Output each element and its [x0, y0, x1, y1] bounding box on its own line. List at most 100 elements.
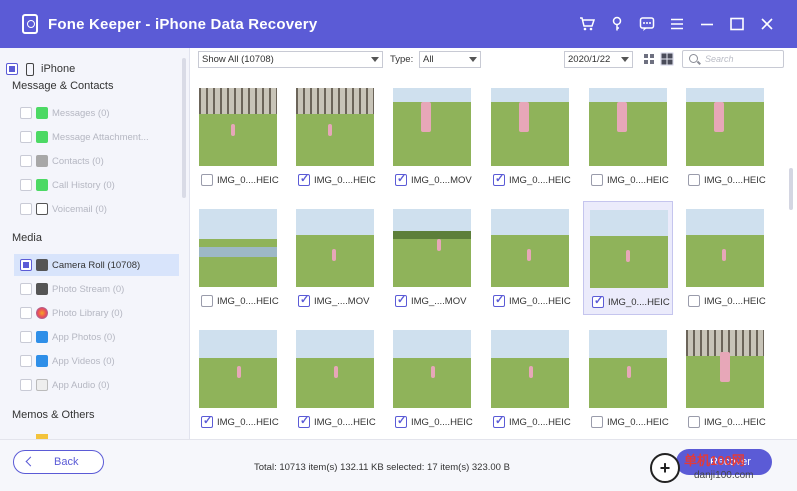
photo-tile[interactable]: IMG_0....HEIC	[485, 201, 575, 315]
photo-checkbox[interactable]	[298, 172, 310, 186]
list-view-icon[interactable]	[642, 52, 656, 66]
app-videos-icon	[36, 355, 48, 367]
photo-checkbox[interactable]	[688, 174, 700, 186]
sidebar-item-app-photos[interactable]: App Photos (0)	[20, 326, 189, 348]
device-checkbox[interactable]	[6, 63, 18, 75]
filter-dropdown[interactable]: Show All (10708)	[198, 51, 383, 68]
cart-icon[interactable]	[579, 16, 596, 32]
photo-checkbox[interactable]	[201, 174, 213, 186]
checkbox[interactable]	[20, 107, 32, 119]
sidebar-item-message-attachments[interactable]: Message Attachment...	[20, 126, 189, 148]
type-dropdown-value: All	[423, 54, 434, 65]
photo-checkbox[interactable]	[298, 293, 310, 307]
back-button[interactable]: Back	[13, 450, 104, 474]
photo-tile[interactable]: IMG_0....HEIC	[680, 80, 770, 194]
type-dropdown[interactable]: All	[419, 51, 481, 68]
photo-thumbnail[interactable]	[199, 330, 277, 408]
photo-thumbnail[interactable]	[491, 88, 569, 166]
menu-icon[interactable]	[669, 16, 685, 32]
photo-tile[interactable]: IMG_....MOV	[387, 201, 477, 315]
photo-checkbox[interactable]	[493, 414, 505, 428]
checkbox[interactable]	[20, 331, 32, 343]
photo-thumbnail[interactable]	[296, 330, 374, 408]
checkbox[interactable]	[20, 203, 32, 215]
sidebar-item-label: App Videos (0)	[52, 355, 115, 367]
photo-thumbnail[interactable]	[590, 210, 668, 288]
photo-thumbnail[interactable]	[589, 330, 667, 408]
checkbox[interactable]	[20, 131, 32, 143]
sidebar-item-camera-roll[interactable]: Camera Roll (10708)	[14, 254, 179, 276]
sidebar-scrollbar[interactable]	[182, 58, 186, 198]
checkbox[interactable]	[20, 355, 32, 367]
status-text: Total: 10713 item(s) 132.11 KB selected:…	[254, 462, 510, 473]
photo-checkbox[interactable]	[201, 295, 213, 307]
checkbox[interactable]	[20, 259, 32, 271]
photo-thumbnail[interactable]	[199, 88, 277, 166]
photo-tile[interactable]: IMG_0....HEIC	[387, 322, 477, 436]
photo-thumbnail[interactable]	[686, 330, 764, 408]
photo-thumbnail[interactable]	[589, 88, 667, 166]
photo-tile[interactable]: IMG_0....HEIC	[583, 80, 673, 194]
photo-checkbox[interactable]	[688, 416, 700, 428]
key-icon[interactable]	[609, 16, 625, 32]
photo-checkbox[interactable]	[493, 293, 505, 307]
grid-view-icon[interactable]	[660, 52, 674, 66]
photo-checkbox[interactable]	[395, 172, 407, 186]
checkbox[interactable]	[20, 283, 32, 295]
photo-tile[interactable]: IMG_0....HEIC	[583, 201, 673, 315]
photo-checkbox[interactable]	[395, 293, 407, 307]
photo-checkbox[interactable]	[395, 414, 407, 428]
date-dropdown[interactable]: 2020/1/22	[564, 51, 633, 68]
checkbox[interactable]	[20, 155, 32, 167]
photo-tile[interactable]: IMG_0....HEIC	[680, 322, 770, 436]
photo-checkbox[interactable]	[201, 414, 213, 428]
photo-tile[interactable]: IMG_0....MOV	[387, 80, 477, 194]
photo-checkbox[interactable]	[592, 294, 604, 308]
sidebar-item-voicemail[interactable]: Voicemail (0)	[20, 198, 189, 220]
photo-checkbox[interactable]	[591, 174, 603, 186]
sidebar-item-photo-library[interactable]: Photo Library (0)	[20, 302, 189, 324]
sidebar-item-app-audio[interactable]: App Audio (0)	[20, 374, 189, 396]
photo-checkbox[interactable]	[493, 172, 505, 186]
sidebar-item-call-history[interactable]: Call History (0)	[20, 174, 189, 196]
photo-tile[interactable]: IMG_0....HEIC	[680, 201, 770, 315]
photo-tile[interactable]: IMG_....MOV	[290, 201, 380, 315]
sidebar-item-contacts[interactable]: Contacts (0)	[20, 150, 189, 172]
photo-thumbnail[interactable]	[296, 88, 374, 166]
close-icon[interactable]	[759, 16, 775, 32]
photo-checkbox[interactable]	[298, 414, 310, 428]
photo-thumbnail[interactable]	[393, 330, 471, 408]
checkbox[interactable]	[20, 307, 32, 319]
photo-tile[interactable]: IMG_0....HEIC	[485, 80, 575, 194]
photo-tile[interactable]: IMG_0....HEIC	[485, 322, 575, 436]
photo-tile[interactable]: IMG_0....HEIC	[290, 322, 380, 436]
thumbnail-sky	[296, 330, 374, 358]
photo-tile[interactable]: IMG_0....HEIC	[193, 80, 283, 194]
photo-thumbnail[interactable]	[491, 330, 569, 408]
photo-thumbnail[interactable]	[491, 209, 569, 287]
sidebar-item-messages[interactable]: Messages (0)	[20, 102, 189, 124]
minimize-icon[interactable]	[699, 16, 715, 32]
checkbox[interactable]	[20, 179, 32, 191]
photo-thumbnail[interactable]	[393, 88, 471, 166]
chat-icon[interactable]	[639, 16, 655, 32]
photo-thumbnail[interactable]	[393, 209, 471, 287]
photo-tile[interactable]: IMG_0....HEIC	[193, 201, 283, 315]
photo-thumbnail[interactable]	[199, 209, 277, 287]
photo-tile[interactable]: IMG_0....HEIC	[193, 322, 283, 436]
photo-thumbnail[interactable]	[296, 209, 374, 287]
photo-thumbnail[interactable]	[686, 209, 764, 287]
photo-checkbox[interactable]	[591, 416, 603, 428]
photo-thumbnail[interactable]	[686, 88, 764, 166]
maximize-icon[interactable]	[729, 16, 745, 32]
checkbox[interactable]	[20, 379, 32, 391]
grid-scrollbar[interactable]	[789, 168, 793, 210]
device-row[interactable]: iPhone	[6, 58, 186, 80]
photo-tile[interactable]: IMG_0....HEIC	[290, 80, 380, 194]
section-title-media: Media	[12, 232, 42, 244]
sidebar-item-photo-stream[interactable]: Photo Stream (0)	[20, 278, 189, 300]
photo-checkbox[interactable]	[688, 295, 700, 307]
search-input[interactable]: Search	[682, 50, 784, 68]
photo-tile[interactable]: IMG_0....HEIC	[583, 322, 673, 436]
sidebar-item-app-videos[interactable]: App Videos (0)	[20, 350, 189, 372]
